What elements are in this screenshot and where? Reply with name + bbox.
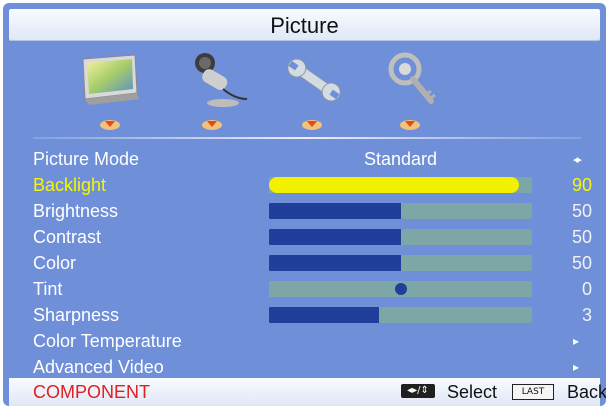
- row-sharpness[interactable]: Sharpness 3: [3, 303, 606, 328]
- row-label: Color Temperature: [33, 331, 182, 351]
- tint-slider[interactable]: [269, 281, 532, 297]
- input-source-label: COMPONENT: [33, 382, 150, 402]
- audio-menu-marker-icon: [201, 117, 223, 131]
- submenu-arrow-icon: ▸: [572, 360, 579, 374]
- row-color[interactable]: Color 50: [3, 251, 606, 276]
- row-advanced-video[interactable]: Advanced Video ▸: [3, 355, 606, 380]
- color-slider[interactable]: [269, 255, 532, 271]
- row-contrast[interactable]: Contrast 50: [3, 225, 606, 250]
- slider-fill: [269, 203, 401, 219]
- row-label: Sharpness: [33, 305, 120, 325]
- row-backlight[interactable]: Backlight 90: [3, 173, 606, 198]
- row-tint[interactable]: Tint 0: [3, 277, 606, 302]
- select-hint: Select: [447, 382, 498, 402]
- slider-fill: [269, 255, 401, 271]
- slider-knob[interactable]: [394, 283, 407, 295]
- footer-bar: COMPONENT ◂▸/⇕ Select LAST Back: [9, 378, 606, 406]
- back-hint: Back: [567, 382, 606, 402]
- lock-key-icon[interactable]: [379, 45, 449, 115]
- settings-wrench-icon[interactable]: [279, 45, 349, 115]
- contrast-slider[interactable]: [269, 229, 532, 245]
- row-value: 50: [571, 201, 592, 221]
- sharpness-slider[interactable]: [269, 307, 532, 323]
- slider-fill: [269, 307, 380, 323]
- row-value: 3: [581, 305, 592, 325]
- row-value: 90: [571, 175, 592, 195]
- row-label: Backlight: [33, 175, 107, 195]
- row-color-temperature[interactable]: Color Temperature ▸: [3, 329, 606, 354]
- row-brightness[interactable]: Brightness 50: [3, 199, 606, 224]
- row-label: Color: [33, 253, 77, 273]
- row-label: Picture Mode: [33, 149, 140, 169]
- slider-fill: [269, 177, 519, 193]
- row-label: Tint: [33, 279, 63, 299]
- row-picture-mode[interactable]: Picture Mode Standard ◂▸: [3, 147, 606, 172]
- audio-microphone-icon[interactable]: [183, 45, 253, 115]
- row-label: Advanced Video: [33, 357, 164, 377]
- picture-mode-value: Standard: [363, 149, 438, 169]
- row-value: 0: [581, 279, 592, 299]
- left-right-arrows-icon: ◂▸: [572, 154, 582, 166]
- brightness-slider[interactable]: [269, 203, 532, 219]
- slider-fill: [269, 229, 401, 245]
- menu-separator: [33, 137, 581, 139]
- lock-menu-marker-icon: [399, 117, 421, 131]
- row-label: Brightness: [33, 201, 119, 221]
- submenu-arrow-icon: ▸: [572, 334, 579, 348]
- page-title: Picture: [270, 13, 339, 38]
- last-key-icon: LAST: [512, 384, 554, 400]
- picture-menu-marker-icon: [99, 117, 121, 131]
- settings-menu-marker-icon: [301, 117, 323, 131]
- title-bar: Picture: [9, 9, 600, 41]
- tv-osd-panel: Picture Picture Mode Standard ◂▸ Backlig…: [3, 3, 606, 406]
- row-label: Contrast: [33, 227, 102, 247]
- navigation-keys-icon: ◂▸/⇕: [401, 384, 435, 398]
- picture-tv-icon[interactable]: [75, 45, 145, 115]
- backlight-slider[interactable]: [269, 177, 532, 193]
- row-value: 50: [571, 227, 592, 247]
- menu-icons-row: [3, 45, 606, 135]
- row-value: 50: [571, 253, 592, 273]
